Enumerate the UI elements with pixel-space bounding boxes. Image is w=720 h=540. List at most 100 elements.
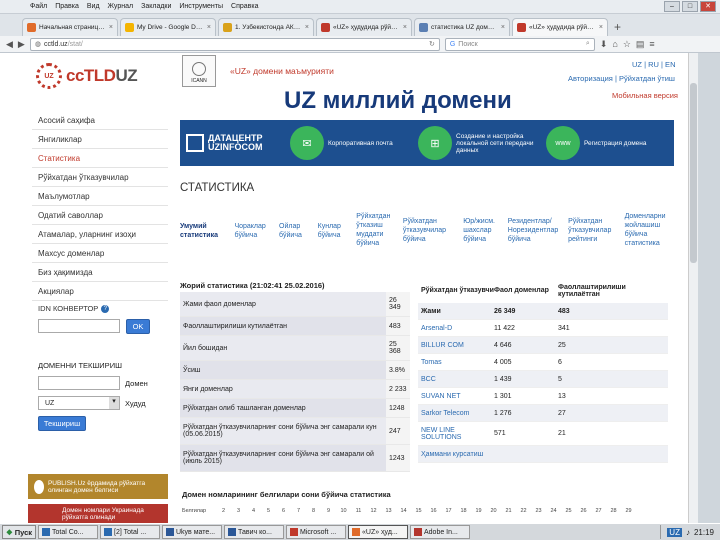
browser-tab[interactable]: «UZ» ҳудудида рўйхат... × <box>316 18 412 36</box>
mobile-version-link[interactable]: Мобильная версия <box>612 91 678 100</box>
tab-months[interactable]: Ойлар бўйича <box>279 222 309 248</box>
close-tab-icon[interactable]: × <box>501 24 505 31</box>
close-tab-icon[interactable]: × <box>109 24 113 31</box>
domain-input[interactable] <box>38 376 120 390</box>
taskbar-item[interactable]: Тавич ко... <box>224 525 284 539</box>
sidebar-item-special-domains[interactable]: Махсус доменлар <box>32 244 168 263</box>
tab-legal-persons[interactable]: Юр/жисм. шахслар бўйича <box>463 217 499 248</box>
menu-icon[interactable]: ≡ <box>649 39 654 49</box>
tab-registrars[interactable]: Рўйхатдан ўтказувчилар бўйича <box>403 217 454 248</box>
scrollbar-thumb[interactable] <box>690 83 697 263</box>
sidebar-item-about[interactable]: Биз ҳақимизда <box>32 263 168 282</box>
start-button[interactable]: ❖ Пуск <box>2 525 36 539</box>
maximize-button[interactable]: □ <box>682 1 698 12</box>
help-icon[interactable]: ? <box>101 304 110 313</box>
new-tab-button[interactable]: + <box>610 20 625 36</box>
close-tab-icon[interactable]: × <box>599 24 603 31</box>
download-icon[interactable]: ⬇ <box>600 39 608 50</box>
search-input[interactable]: G Поиск ⌕ <box>444 37 595 51</box>
registrar-link[interactable]: NEW LINE SOLUTIONS <box>418 427 494 441</box>
browser-tab-active[interactable]: «UZ» ҳудудида рўйхат... × <box>512 18 608 36</box>
length-cell: 25 <box>565 508 572 514</box>
close-button[interactable]: ✕ <box>700 1 716 12</box>
tab-quarters[interactable]: Чораклар бўйича <box>234 222 270 248</box>
registrar-link[interactable]: Sarkor Telecom <box>418 410 494 417</box>
sidebar-item-statistics[interactable]: Статистика <box>32 149 168 168</box>
service-domain[interactable]: www Регистрация домена <box>546 126 674 160</box>
back-icon[interactable]: ◀ <box>6 39 13 50</box>
zone-select[interactable]: UZ ▾ <box>38 396 120 410</box>
language-indicator[interactable]: UZ <box>667 527 682 537</box>
tab-general[interactable]: Умумий статистика <box>180 222 225 248</box>
ukraine-banner[interactable]: Домен номлари Украинада рўйхатга олинади <box>28 504 168 523</box>
tab-registrar-rating[interactable]: Рўйхатдан ўтказувчилар рейтинги <box>568 217 615 248</box>
language-switcher[interactable]: UZ | RU | EN <box>632 60 675 69</box>
taskbar-item[interactable]: Microsoft ... <box>286 525 346 539</box>
tab-registration-period[interactable]: Рўйхатдан ўтказиш муддати бўйича <box>356 212 394 248</box>
close-tab-icon[interactable]: × <box>207 24 211 31</box>
site-logo[interactable]: UZ ccTLDUZ <box>36 63 138 89</box>
browser-tab[interactable]: 1. Ўзбекистонда АКТ р... × <box>218 18 314 36</box>
row-key: Рўйхатдан олиб ташланган доменлар <box>180 399 386 417</box>
close-tab-icon[interactable]: × <box>305 24 309 31</box>
publish-banner[interactable]: PUBLISH.Uz ёрдамида рўйхатга олинган дом… <box>28 474 168 499</box>
address-bar[interactable]: ◍ cctld.uz/stat/ ↻ <box>29 37 440 51</box>
close-tab-icon[interactable]: × <box>403 24 407 31</box>
sidebar-item-registrars[interactable]: Рўйхатдан ўтказувчилар <box>32 168 168 187</box>
search-icon[interactable]: ⌕ <box>586 40 590 48</box>
idn-input[interactable] <box>38 319 120 333</box>
registrar-link[interactable]: SUVAN NET <box>418 393 494 400</box>
table-row: Жами фаол доменлар 26 349 <box>180 292 410 317</box>
check-button[interactable]: Текшириш <box>38 416 86 431</box>
menu-item-bookmarks[interactable]: Закладки <box>141 3 171 10</box>
taskbar-item-active[interactable]: «UZ» ҳуд... <box>348 525 408 539</box>
registrar-link[interactable]: BILLUR COM <box>418 342 494 349</box>
sidebar-item-home[interactable]: Асосий саҳифа <box>32 111 168 130</box>
taskbar-item[interactable]: Ukyв мате... <box>162 525 222 539</box>
show-all-link[interactable]: Ҳаммани курсатиш <box>418 451 494 458</box>
registrar-link[interactable]: Tomas <box>418 359 494 366</box>
service-mail[interactable]: ✉ Корпоративная почта <box>290 126 418 160</box>
table-row: Янги доменлар 2 233 <box>180 380 410 399</box>
reload-icon[interactable]: ↻ <box>429 40 435 48</box>
sidebar-item-information[interactable]: Маълумотлар <box>32 187 168 206</box>
auth-links[interactable]: Авторизация | Рўйхатдан ўтиш <box>568 74 675 83</box>
forward-icon[interactable]: ▶ <box>18 39 25 50</box>
bookmark-star-icon[interactable]: ☆ <box>623 39 631 50</box>
menu-item-help[interactable]: Справка <box>231 3 258 10</box>
taskbar-item[interactable]: Adobe In... <box>410 525 470 539</box>
browser-tab[interactable]: статистика UZ домени... × <box>414 18 510 36</box>
registrar-link[interactable]: Arsenal-D <box>418 325 494 332</box>
browser-tab[interactable]: Начальная страница ... × <box>22 18 118 36</box>
idn-ok-button[interactable]: OK <box>126 319 150 334</box>
desktop-margin <box>698 53 720 523</box>
taskbar-item[interactable]: Total Co... <box>38 525 98 539</box>
sidebar-item-faq[interactable]: Одатий саволлар <box>32 206 168 225</box>
menu-item-file[interactable]: Файл <box>30 3 47 10</box>
clock[interactable]: 21:19 <box>694 528 714 537</box>
icann-logo[interactable]: ICANN <box>182 55 216 87</box>
sidebar-item-news[interactable]: Янгиликлар <box>32 130 168 149</box>
minimize-button[interactable]: – <box>664 1 680 12</box>
registrar-link[interactable]: BCC <box>418 376 494 383</box>
speaker-icon[interactable]: ♪ <box>686 528 690 537</box>
menu-item-tools[interactable]: Инструменты <box>179 3 223 10</box>
tab-residents[interactable]: Резидентлар/ Норезидентлар бўйича <box>508 217 559 248</box>
menu-item-history[interactable]: Журнал <box>108 3 134 10</box>
tab-domain-location[interactable]: Доменларни жойлашиш бўйича статистика <box>625 212 670 248</box>
datacenter-banner[interactable]: ДАТАЦЕНТР UZINFOCOM ✉ Корпоративная почта … <box>180 120 674 166</box>
brand-line2: UZINFOCOM <box>208 142 263 152</box>
home-icon[interactable]: ⌂ <box>612 39 617 49</box>
tab-label: My Drive - Google Drive <box>137 24 204 31</box>
browser-tab[interactable]: My Drive - Google Drive × <box>120 18 216 36</box>
tab-days[interactable]: Кунлар бўйича <box>318 222 348 248</box>
menu-item-edit[interactable]: Правка <box>55 3 79 10</box>
sidebar-item-glossary[interactable]: Атамалар, уларнинг изоҳи <box>32 225 168 244</box>
page-scrollbar[interactable] <box>688 53 698 523</box>
service-network[interactable]: ⊞ Создание и настройка локальной сети пер… <box>418 126 546 160</box>
menu-item-view[interactable]: Вид <box>87 3 100 10</box>
idn-title: IDN КОНВЕРТОР <box>38 304 99 313</box>
taskbar-item[interactable]: [2] Total ... <box>100 525 160 539</box>
sidebar-item-promotions[interactable]: Акциялар <box>32 282 168 301</box>
bookmarks-icon[interactable]: ▤ <box>636 39 645 50</box>
